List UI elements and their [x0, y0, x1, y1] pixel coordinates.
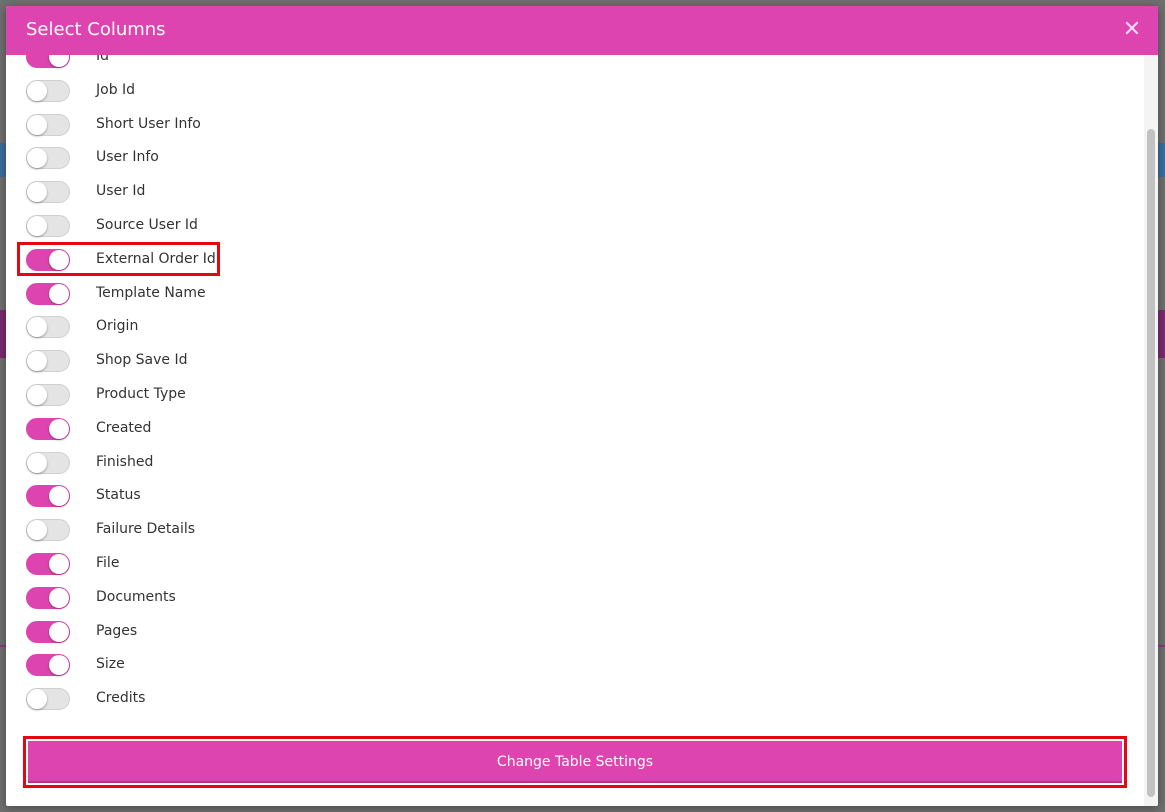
column-row-template-name: Template Name — [6, 282, 1106, 316]
toggle-knob — [49, 55, 69, 67]
toggle-knob — [27, 216, 47, 236]
toggle-knob — [49, 621, 69, 642]
column-row-failure-details: Failure Details — [6, 518, 1106, 552]
column-row-credits: Credits — [6, 687, 1106, 721]
column-label: File — [96, 555, 120, 571]
toggle-size[interactable] — [26, 654, 70, 677]
column-row-job-id: Job Id — [6, 79, 1106, 113]
toggle-knob — [27, 317, 47, 338]
close-icon[interactable]: ✕ — [1120, 18, 1144, 42]
column-label: Job Id — [96, 81, 136, 98]
select-columns-modal: Select Columns ✕ Id Job Id Short User Info… — [6, 6, 1158, 806]
column-label: User Id — [96, 183, 146, 200]
column-row-product-type: Product Type — [6, 383, 1106, 417]
column-row-user-info: User Info — [6, 146, 1106, 180]
toggle-knob — [49, 655, 69, 676]
column-row-pages: Pages — [6, 620, 1106, 654]
toggle-knob — [49, 249, 69, 270]
column-label: Credits — [96, 690, 146, 707]
toggle-user-info[interactable] — [26, 147, 70, 170]
toggle-knob — [27, 689, 47, 710]
modal-header: Select Columns ✕ — [6, 6, 1158, 55]
column-row-user-id: User Id — [6, 180, 1106, 214]
column-label: Finished — [96, 453, 154, 470]
column-row-short-user-info: Short User Info — [6, 113, 1106, 147]
toggle-template-name[interactable] — [26, 282, 70, 305]
column-list: Id Job Id Short User Info User Info User Id S… — [6, 55, 1142, 736]
column-row-size: Size — [6, 653, 1106, 687]
toggle-source-user-id[interactable] — [26, 215, 70, 237]
toggle-finished[interactable] — [26, 451, 70, 474]
toggle-knob — [27, 80, 47, 101]
column-label: Status — [96, 487, 141, 504]
toggle-id[interactable] — [26, 55, 70, 68]
column-label: Origin — [96, 318, 139, 335]
toggle-job-id[interactable] — [26, 79, 70, 102]
column-row-file: File — [6, 552, 1106, 586]
toggle-knob — [27, 385, 47, 405]
column-row-source-user-id: Source User Id — [6, 214, 1106, 248]
toggle-user-id[interactable] — [26, 181, 70, 204]
toggle-knob — [27, 452, 47, 473]
toggle-knob — [27, 520, 47, 541]
scrollbar[interactable] — [1144, 55, 1158, 806]
column-label: Short User Info — [96, 115, 201, 132]
toggle-knob — [27, 351, 47, 372]
toggle-knob — [49, 418, 69, 439]
toggle-knob — [49, 554, 69, 574]
column-row-external-order-id: External Order Id — [6, 248, 1106, 282]
column-row-origin: Origin — [6, 315, 1106, 349]
toggle-shop-save-id[interactable] — [26, 350, 70, 373]
toggle-knob — [27, 148, 47, 169]
column-row-finished: Finished — [6, 451, 1106, 485]
column-row-created: Created — [6, 417, 1106, 451]
toggle-origin[interactable] — [26, 316, 70, 339]
column-row-documents: Documents — [6, 586, 1106, 620]
column-label: Shop Save Id — [96, 352, 188, 369]
toggle-pages[interactable] — [26, 620, 70, 643]
toggle-status[interactable] — [26, 485, 70, 508]
toggle-created[interactable] — [26, 417, 70, 440]
toggle-documents[interactable] — [26, 586, 70, 609]
column-label: User Info — [96, 149, 159, 166]
scrollbar-thumb[interactable] — [1147, 129, 1155, 797]
toggle-external-order-id[interactable] — [26, 248, 70, 271]
toggle-knob — [27, 114, 47, 135]
column-label: Failure Details — [96, 521, 196, 538]
column-label: Source User Id — [96, 217, 198, 233]
toggle-file[interactable] — [26, 553, 70, 575]
column-label: Id — [96, 55, 110, 64]
toggle-short-user-info[interactable] — [26, 113, 70, 136]
column-label: Pages — [96, 622, 138, 639]
column-label: Created — [96, 419, 152, 436]
column-label: Product Type — [96, 386, 186, 402]
toggle-failure-details[interactable] — [26, 519, 70, 542]
column-row-id: Id — [6, 55, 1106, 79]
column-label: Template Name — [96, 284, 206, 301]
toggle-credits[interactable] — [26, 688, 70, 711]
toggle-knob — [27, 182, 47, 203]
toggle-knob — [49, 283, 69, 304]
toggle-product-type[interactable] — [26, 384, 70, 406]
column-label: External Order Id — [96, 250, 216, 267]
modal-title: Select Columns — [26, 19, 166, 40]
toggle-knob — [49, 587, 69, 608]
column-row-shop-save-id: Shop Save Id — [6, 349, 1106, 383]
change-table-settings-button[interactable]: Change Table Settings — [28, 741, 1122, 783]
column-label: Size — [96, 656, 125, 673]
column-label: Documents — [96, 588, 176, 605]
column-row-status: Status — [6, 484, 1106, 518]
toggle-knob — [49, 486, 69, 507]
